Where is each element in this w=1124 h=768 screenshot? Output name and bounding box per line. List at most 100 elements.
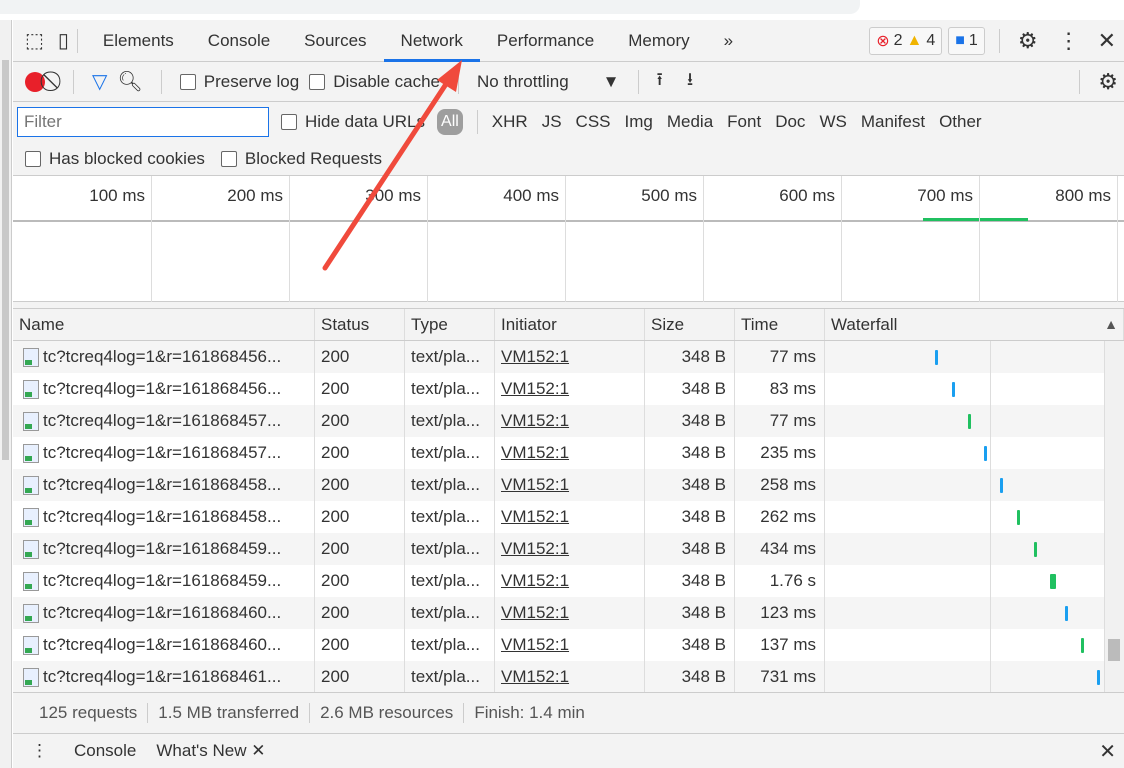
cell-initiator-text[interactable]: VM152:1 [501,571,569,590]
tab-elements[interactable]: Elements [86,20,191,62]
issues-badge[interactable]: ⊗ 2 ▲ 4 [869,26,943,55]
column-header-time[interactable]: Time [735,309,825,340]
preserve-log-checkbox[interactable]: Preserve log [179,72,299,92]
disable-cache-checkbox[interactable]: Disable cache [309,72,440,92]
error-icon: ⊗ [876,32,890,50]
cell-initiator[interactable]: VM152:1 [495,437,645,469]
drawer-tab-whats-new[interactable]: What's New ✕ [156,741,265,761]
filter-input[interactable] [17,107,269,137]
blocked-cookies-checkbox[interactable]: Has blocked cookies [25,149,205,169]
cell-initiator[interactable]: VM152:1 [495,533,645,565]
filter-type-js[interactable]: JS [542,112,562,132]
tab-performance[interactable]: Performance [480,20,611,62]
cell-time-text: 1.76 s [769,571,816,590]
table-row[interactable]: tc?tcreq4log=1&r=161868458... 200 text/pla… [13,501,1105,533]
table-row[interactable]: tc?tcreq4log=1&r=161868460... 200 text/pla… [13,597,1105,629]
cell-name: tc?tcreq4log=1&r=161868458... [13,469,315,501]
cell-waterfall [825,597,1105,629]
cell-initiator-text[interactable]: VM152:1 [501,475,569,494]
throttling-select[interactable]: No throttling ▼ [477,72,620,92]
overview-activity-bar [923,218,1028,221]
column-header-initiator[interactable]: Initiator [495,309,645,340]
cell-initiator-text[interactable]: VM152:1 [501,507,569,526]
filter-type-css[interactable]: CSS [576,112,611,132]
blocked-requests-checkbox[interactable]: Blocked Requests [220,149,382,169]
column-header-size[interactable]: Size [645,309,735,340]
cell-initiator[interactable]: VM152:1 [495,373,645,405]
cell-initiator-text[interactable]: VM152:1 [501,411,569,430]
table-row[interactable]: tc?tcreq4log=1&r=161868460... 200 text/pla… [13,629,1105,661]
table-row[interactable]: tc?tcreq4log=1&r=161868458... 200 text/pla… [13,469,1105,501]
filter-type-other[interactable]: Other [939,112,982,132]
tab-sources[interactable]: Sources [287,20,383,62]
error-count: 2 [893,31,903,49]
cell-initiator-text[interactable]: VM152:1 [501,635,569,654]
filter-icon[interactable]: ▽ [92,69,107,94]
table-header: Name Status Type Initiator Size Time Waterfall… [13,309,1124,341]
cell-initiator-text[interactable]: VM152:1 [501,347,569,366]
table-row[interactable]: tc?tcreq4log=1&r=161868457... 200 text/pla… [13,437,1105,469]
cell-initiator[interactable]: VM152:1 [495,565,645,597]
tab-network[interactable]: Network [383,20,481,62]
filter-type-media[interactable]: Media [667,112,713,132]
settings-gear-icon[interactable]: ⚙ [1018,28,1038,54]
cell-initiator-text[interactable]: VM152:1 [501,603,569,622]
messages-badge[interactable]: ■ 1 [948,26,985,55]
table-row[interactable]: tc?tcreq4log=1&r=161868456... 200 text/pla… [13,341,1105,373]
close-devtools-icon[interactable]: ✕ [1098,28,1116,54]
overview-timeline[interactable]: 100 ms 200 ms 300 ms 400 ms 500 ms 600 ms 700 … [13,176,1124,302]
cell-initiator[interactable]: VM152:1 [495,629,645,661]
network-settings-gear-icon[interactable]: ⚙ [1098,69,1118,95]
cell-type: text/pla... [405,469,495,501]
drawer-tab-console[interactable]: Console [74,741,136,761]
cell-waterfall [825,341,1105,373]
search-icon[interactable]: 🔍︎ [117,69,142,94]
timeline-gridline [979,176,980,302]
table-scrollbar[interactable] [1105,341,1124,693]
waterfall-bar [968,414,971,429]
cell-initiator[interactable]: VM152:1 [495,661,645,693]
close-drawer-icon[interactable]: ✕ [1099,739,1116,764]
table-row[interactable]: tc?tcreq4log=1&r=161868459... 200 text/pla… [13,565,1105,597]
inspect-element-icon[interactable]: ⬚ [25,28,44,53]
hide-data-urls-checkbox[interactable]: Hide data URLs [281,112,425,132]
import-har-icon[interactable]: ⭱ [657,67,663,97]
filter-type-ws[interactable]: WS [819,112,846,132]
record-icon[interactable] [25,71,45,92]
drawer-menu-icon[interactable]: ⋮ [31,741,48,761]
column-header-type[interactable]: Type [405,309,495,340]
table-row[interactable]: tc?tcreq4log=1&r=161868459... 200 text/pla… [13,533,1105,565]
cell-initiator[interactable]: VM152:1 [495,341,645,373]
cell-initiator[interactable]: VM152:1 [495,501,645,533]
device-toolbar-icon[interactable]: ▯ [58,28,69,53]
more-options-icon[interactable]: ⋮ [1058,28,1080,54]
more-tabs-button[interactable]: » [707,20,750,62]
filter-type-manifest[interactable]: Manifest [861,112,925,132]
table-row[interactable]: tc?tcreq4log=1&r=161868457... 200 text/pla… [13,405,1105,437]
cell-initiator[interactable]: VM152:1 [495,597,645,629]
filter-type-font[interactable]: Font [727,112,761,132]
column-header-status[interactable]: Status [315,309,405,340]
cell-initiator-text[interactable]: VM152:1 [501,667,569,686]
cell-type: text/pla... [405,437,495,469]
sort-ascending-icon[interactable]: ▲ [1104,316,1118,332]
export-har-icon[interactable]: ⭳ [687,67,693,97]
tab-memory[interactable]: Memory [611,20,706,62]
filter-type-img[interactable]: Img [625,112,653,132]
cell-initiator-text[interactable]: VM152:1 [501,539,569,558]
cell-initiator-text[interactable]: VM152:1 [501,379,569,398]
cell-initiator[interactable]: VM152:1 [495,469,645,501]
page-scrollbar[interactable] [0,20,12,768]
cell-initiator[interactable]: VM152:1 [495,405,645,437]
cell-initiator-text[interactable]: VM152:1 [501,443,569,462]
tab-console[interactable]: Console [191,20,287,62]
filter-type-doc[interactable]: Doc [775,112,805,132]
column-header-waterfall[interactable]: Waterfall [825,309,1124,340]
column-header-name[interactable]: Name [13,309,315,340]
table-row[interactable]: tc?tcreq4log=1&r=161868456... 200 text/pla… [13,373,1105,405]
filter-type-all[interactable]: All [437,109,463,135]
filter-row: Hide data URLs All XHR JS CSS Img Media Font Do… [13,102,1124,142]
close-tab-icon[interactable]: ✕ [251,741,265,760]
filter-type-xhr[interactable]: XHR [492,112,528,132]
table-row[interactable]: tc?tcreq4log=1&r=161868461... 200 text/pla… [13,661,1105,693]
